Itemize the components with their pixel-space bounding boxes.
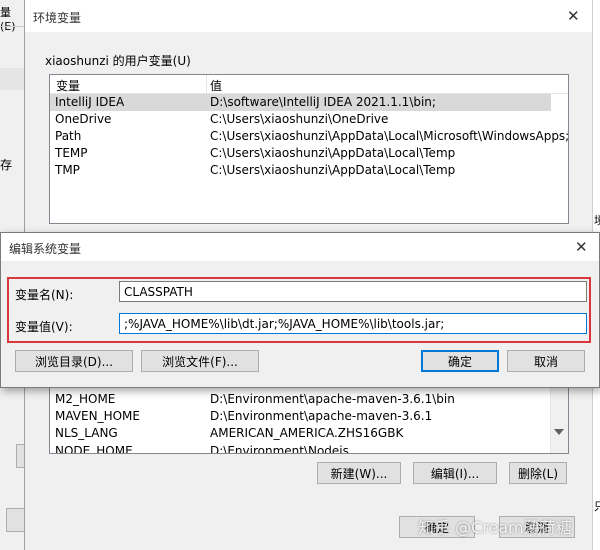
table-row[interactable]: Path C:\Users\xiaoshunzi\AppData\Local\M… (50, 128, 568, 145)
new-button[interactable]: 新建(W)... (317, 462, 401, 484)
background-strip (0, 68, 26, 90)
var-name: TEMP (55, 146, 88, 160)
var-value: C:\Users\xiaoshunzi\AppData\Local\Temp (210, 163, 456, 177)
var-name: NODE_HOME (55, 444, 133, 454)
background-side-text: 境 (594, 214, 600, 227)
background-side-text: 只 (594, 500, 600, 513)
edit-title-bar: 编辑系统变量 ✕ (1, 233, 599, 261)
env-close-button[interactable]: ✕ (567, 7, 580, 25)
var-value: D:\Environment\Nodejs (210, 444, 349, 454)
var-value: C:\Users\xiaoshunzi\AppData\Local\Micros… (210, 129, 569, 143)
browse-directory-button[interactable]: 浏览目录(D)... (15, 350, 133, 372)
edit-cancel-button[interactable]: 取消 (507, 350, 585, 372)
var-value: C:\Users\xiaoshunzi\AppData\Local\Temp (210, 146, 456, 160)
column-header-variable[interactable]: 变量 (56, 77, 80, 94)
variable-name-label: 变量名(N): (15, 288, 74, 302)
var-name: Path (55, 129, 82, 143)
table-row[interactable]: NLS_LANG AMERICAN_AMERICA.ZHS16GBK (50, 425, 551, 442)
user-vars-header: 变量 值 (50, 75, 568, 94)
edit-system-variable-dialog: 编辑系统变量 ✕ 变量名(N): CLASSPATH 变量值(V): ;%JAV… (0, 232, 600, 388)
var-name: IntelliJ IDEA (55, 95, 125, 109)
var-value: D:\Environment\apache-maven-3.6.1\bin (210, 392, 455, 406)
column-divider (206, 75, 207, 93)
user-vars-list[interactable]: 变量 值 IntelliJ IDEA D:\software\IntelliJ … (49, 74, 569, 224)
env-dialog-title: 环境变量 (33, 11, 82, 25)
var-value: C:\Users\xiaoshunzi\OneDrive (210, 112, 389, 126)
var-value: AMERICAN_AMERICA.ZHS16GBK (210, 426, 404, 440)
var-name: OneDrive (55, 112, 112, 126)
variable-name-field[interactable]: CLASSPATH (119, 281, 587, 302)
var-name: TMP (55, 163, 80, 177)
var-value: D:\software\IntelliJ IDEA 2021.1.1\bin; (210, 95, 436, 109)
env-title-bar: 环境变量 ✕ (25, 0, 600, 32)
var-name: M2_HOME (55, 392, 116, 406)
edit-dialog-title: 编辑系统变量 (9, 242, 82, 256)
table-row[interactable]: IntelliJ IDEA D:\software\IntelliJ IDEA … (50, 94, 551, 111)
user-vars-group-label: xiaoshunzi 的用户变量(U) (45, 54, 191, 68)
edit-button[interactable]: 编辑(I)... (413, 462, 497, 484)
background-menu-fragment: 量(E) (0, 6, 16, 33)
watermark: 知乎 @Cream薄荷糖 (418, 518, 572, 537)
var-value: D:\Environment\apache-maven-3.6.1 (210, 409, 433, 423)
variable-value-label: 变量值(V): (15, 320, 73, 334)
delete-button[interactable]: 删除(L) (509, 462, 567, 484)
table-row[interactable]: M2_HOME D:\Environment\apache-maven-3.6.… (50, 391, 551, 408)
edit-close-button[interactable]: ✕ (575, 238, 588, 256)
edit-ok-button[interactable]: 确定 (421, 350, 499, 372)
divider (0, 26, 26, 27)
browse-file-button[interactable]: 浏览文件(F)... (141, 350, 259, 372)
column-header-value[interactable]: 值 (210, 77, 222, 94)
table-row[interactable]: MAVEN_HOME D:\Environment\apache-maven-3… (50, 408, 551, 425)
background-side-text: 存 (0, 158, 13, 172)
table-row[interactable]: TEMP C:\Users\xiaoshunzi\AppData\Local\T… (50, 145, 568, 162)
variable-value-field[interactable]: ;%JAVA_HOME%\lib\dt.jar;%JAVA_HOME%\lib\… (119, 313, 587, 334)
table-row[interactable]: NODE_HOME D:\Environment\Nodejs (50, 443, 551, 454)
var-name: MAVEN_HOME (55, 409, 140, 423)
var-name: NLS_LANG (55, 426, 118, 440)
scroll-down-icon[interactable] (554, 429, 564, 435)
table-row[interactable]: TMP C:\Users\xiaoshunzi\AppData\Local\Te… (50, 162, 568, 179)
table-row[interactable]: OneDrive C:\Users\xiaoshunzi\OneDrive (50, 111, 568, 128)
